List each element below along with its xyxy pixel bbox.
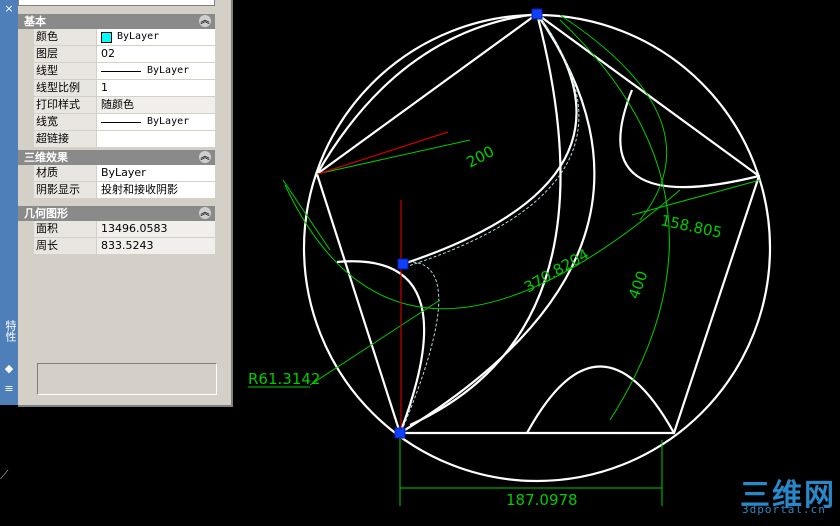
prop-row-perimeter[interactable]: 周长 833.5243 xyxy=(18,238,215,255)
arc-big-inner-3[interactable] xyxy=(409,13,562,427)
prop-row-shadow[interactable]: 阴影显示 投射和接收阴影 xyxy=(18,182,215,199)
close-icon[interactable]: × xyxy=(2,2,16,16)
palette-title: 特性 xyxy=(4,320,17,342)
prop-row-material[interactable]: 材质 ByLayer xyxy=(18,165,215,182)
grip-mid[interactable] xyxy=(397,258,409,270)
dim-158-label[interactable]: 158.805 xyxy=(659,211,723,242)
palette-title-strip[interactable]: × 特性 ◆ ≡ xyxy=(0,0,19,405)
collapse-icon[interactable]: ︽ xyxy=(199,15,211,27)
menu-icon[interactable]: ≡ xyxy=(2,382,16,396)
color-swatch-icon xyxy=(101,31,112,43)
prop-row-hyperlink[interactable]: 超链接 xyxy=(18,131,215,148)
section-geometry: 几何图形 ︽ 面积 13496.0583 周长 833.5243 xyxy=(18,206,215,255)
section-3d: 三维效果 ︽ 材质 ByLayer 阴影显示 投射和接收阴影 xyxy=(18,150,215,199)
prop-row-plotstyle[interactable]: 打印样式 随颜色 xyxy=(18,97,215,114)
red-line-diag[interactable] xyxy=(317,131,449,175)
ucs-icon: ⟋ xyxy=(0,468,9,482)
dim-400-label[interactable]: 400 xyxy=(625,268,652,301)
prop-row-linetype[interactable]: 线型 ByLayer xyxy=(18,63,215,80)
prop-row-area[interactable]: 面积 13496.0583 xyxy=(18,221,215,238)
radius-leader[interactable] xyxy=(309,299,441,386)
prop-row-lineweight[interactable]: 线宽 ByLayer xyxy=(18,114,215,131)
dim-158-line[interactable] xyxy=(631,179,761,216)
dim-370-label[interactable]: 370.8204 xyxy=(521,245,592,296)
width-label[interactable]: 187.0978 xyxy=(506,491,578,509)
description-box xyxy=(37,363,217,395)
dim-arc-400[interactable] xyxy=(559,19,670,421)
collapse-icon[interactable]: ︽ xyxy=(199,207,211,219)
dim-arc-370[interactable] xyxy=(284,184,681,310)
section-3d-header[interactable]: 三维效果 ︽ xyxy=(18,150,215,165)
section-geometry-header[interactable]: 几何图形 ︽ xyxy=(18,206,215,221)
arc-bottom[interactable] xyxy=(526,365,675,434)
radius-label[interactable]: R61.3142 xyxy=(248,370,320,388)
dim-200-label[interactable]: 200 xyxy=(463,142,497,171)
section-basic: 基本 ︽ 颜色 ByLayer 图层 02 线型 ByLayer 线型比例 1 … xyxy=(18,14,215,148)
lineweight-sample-icon xyxy=(101,121,141,123)
prop-row-layer[interactable]: 图层 02 xyxy=(18,46,215,63)
autohide-icon[interactable]: ◆ xyxy=(2,362,16,376)
collapse-icon[interactable]: ︽ xyxy=(199,151,211,163)
prop-row-color[interactable]: 颜色 ByLayer xyxy=(18,29,215,46)
arc-right[interactable] xyxy=(619,89,760,189)
section-basic-header[interactable]: 基本 ︽ xyxy=(18,14,215,29)
grip-top[interactable] xyxy=(531,8,543,20)
prop-row-linescale[interactable]: 线型比例 1 xyxy=(18,80,215,97)
outer-circle[interactable] xyxy=(302,13,772,483)
grip-bottom[interactable] xyxy=(394,427,406,439)
object-select-dropdown[interactable] xyxy=(18,0,215,6)
selected-arc-2[interactable] xyxy=(401,261,440,431)
linetype-sample-icon xyxy=(101,70,141,72)
watermark-url: 3dportal.cn xyxy=(742,503,826,516)
